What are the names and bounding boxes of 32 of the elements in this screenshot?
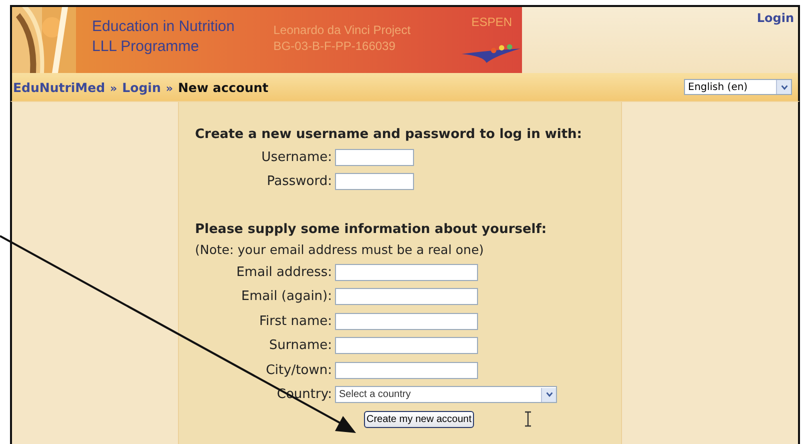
field-label: Password:	[266, 174, 333, 190]
country-select[interactable]: Select a country	[335, 386, 557, 404]
input-field[interactable]	[335, 148, 414, 166]
field-label: Username:	[260, 150, 333, 165]
field-label: Email address:	[235, 264, 333, 280]
input-field[interactable]	[335, 264, 478, 281]
section-heading: Create a new username and password to log in with:	[195, 126, 583, 144]
project-label: BG-03-B-F-PP-166039	[273, 38, 396, 54]
breadcrumb-separator: »	[166, 82, 173, 94]
input-field[interactable]	[335, 312, 478, 330]
breadcrumb-separator: »	[110, 82, 118, 94]
create-account-button[interactable]: Create my new account	[364, 410, 474, 428]
project-label: Leonardo da Vinci Project	[273, 22, 412, 38]
input-field[interactable]	[335, 337, 478, 354]
language-select[interactable]: English (en)	[684, 79, 792, 95]
field-label: Email (again):	[240, 289, 333, 304]
breadcrumb-link[interactable]: Login	[122, 80, 161, 94]
field-label: First name:	[258, 314, 333, 329]
note-text: (Note: your email address must be a real one)	[195, 241, 485, 259]
programme-title: LLL Programme	[92, 37, 200, 57]
text-cursor-icon	[524, 411, 532, 428]
input-field[interactable]	[335, 288, 478, 306]
field-label: City/town:	[264, 362, 333, 378]
section-heading: Please supply some information about yourself:	[195, 221, 548, 239]
input-field[interactable]	[335, 173, 414, 190]
programme-title: Education in Nutrition	[92, 17, 236, 37]
partner-name: ESPEN	[471, 15, 512, 29]
breadcrumb-link[interactable]: EduNutriMed	[13, 80, 106, 94]
input-field[interactable]	[335, 362, 478, 379]
field-label: Surname:	[268, 338, 333, 354]
login-link[interactable]: Login	[756, 11, 794, 25]
breadcrumb-current: New account	[178, 80, 268, 94]
